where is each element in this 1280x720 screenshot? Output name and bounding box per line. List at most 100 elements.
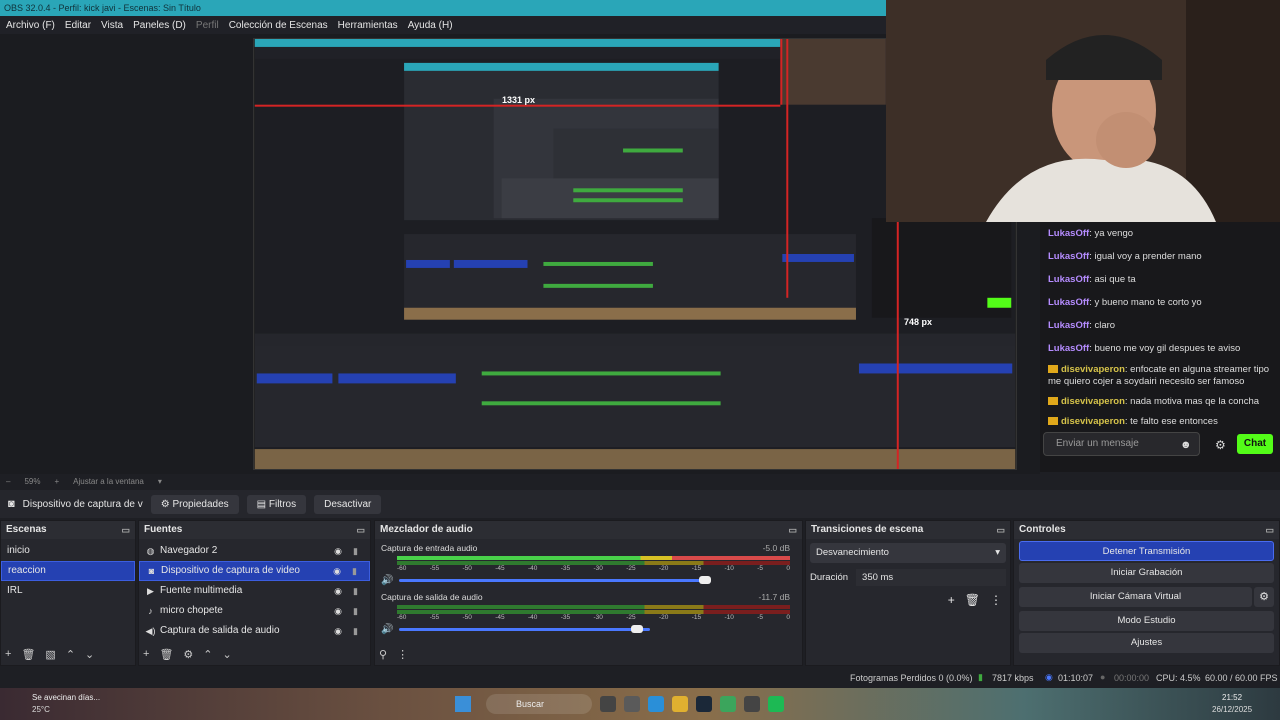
chat-username[interactable]: LukasOff [1048,343,1089,354]
properties-button[interactable]: ⚙ Propiedades [150,494,239,514]
taskbar-search[interactable]: Buscar [486,694,592,714]
trash-icon[interactable]: 🗑 [159,648,173,661]
obs-icon[interactable] [744,696,760,712]
chat-username[interactable]: disevivaperon [1061,396,1125,407]
gear-icon[interactable]: ⚙ [183,648,193,661]
link-icon[interactable]: ⚲ [379,648,387,661]
menu-ayuda[interactable]: Ayuda (H) [408,20,453,31]
source-item[interactable]: ◍ Navegador 2 ◉ ▮ [139,541,370,561]
lock-icon[interactable]: ▮ [353,581,358,601]
eye-icon[interactable]: ◉ [334,601,342,621]
tick: 0 [786,614,790,621]
dock-float-icon[interactable]: ▭ [121,521,130,539]
duration-input[interactable]: 350 ms [856,569,1006,586]
menu-paneles[interactable]: Paneles (D) [133,20,186,31]
spotify-icon[interactable] [768,696,784,712]
chat-text: claro [1094,320,1116,331]
edge-icon[interactable] [648,696,664,712]
source-item[interactable]: ◙ Dispositivo de captura de video ◉ ▮ [139,561,370,581]
steam-icon[interactable] [696,696,712,712]
webcam-person-graphic [886,0,1280,222]
add-icon[interactable]: + [143,648,149,661]
tick: -35 [560,565,571,572]
chat-input[interactable]: Enviar un mensaje [1043,432,1200,456]
source-item[interactable]: ◀) Captura de salida de audio ◉ ▮ [139,621,370,641]
menu-coleccion[interactable]: Colección de Escenas [229,20,328,31]
windows-start-icon[interactable] [455,696,471,712]
menu-editar[interactable]: Editar [65,20,91,31]
menu-archivo[interactable]: Archivo (F) [6,20,55,31]
trash-icon[interactable]: 🗑 [965,593,980,607]
dock-float-icon[interactable]: ▭ [996,521,1005,539]
move-down-icon[interactable]: ⌄ [85,648,94,661]
chat-username[interactable]: LukasOff [1048,228,1089,239]
fit-window-select[interactable]: Ajustar a la ventana [73,477,144,486]
menu-perfil[interactable]: Perfil [196,20,219,31]
slider-knob[interactable] [699,576,712,584]
terminal-icon[interactable] [624,696,640,712]
source-item[interactable]: ♪ micro chopete ◉ ▮ [139,601,370,621]
slider-knob[interactable] [631,625,644,633]
volume-slider[interactable] [399,576,712,584]
eye-icon[interactable]: ◉ [334,581,342,601]
chat-username[interactable]: LukasOff [1048,297,1089,308]
lock-icon[interactable]: ▮ [352,561,357,581]
add-icon[interactable]: + [948,593,955,607]
add-icon[interactable]: + [5,648,11,661]
settings-button[interactable]: Ajustes [1019,633,1274,653]
more-icon[interactable]: ⋮ [397,648,408,661]
stop-stream-button[interactable]: Detener Transmisión [1019,541,1274,561]
chat-username[interactable]: disevivaperon [1061,416,1125,427]
chat-send-button[interactable]: Chat [1237,434,1273,454]
filter-icon[interactable]: ▧ [45,648,55,661]
weather-title[interactable]: Se avecinan días... [32,693,100,702]
dock-float-icon[interactable]: ▭ [356,521,365,539]
lock-icon[interactable]: ▮ [353,621,358,641]
zoom-in-icon[interactable]: + [54,477,59,486]
transition-select[interactable]: Desvanecimiento ▾ [810,543,1006,563]
more-icon[interactable]: ⋮ [990,593,1002,607]
eye-icon[interactable]: ◉ [334,621,342,641]
fps: 60.00 / 60.00 FPS [1205,673,1278,683]
taskview-icon[interactable] [600,696,616,712]
speaker-icon[interactable]: 🔊 [381,624,393,635]
scene-item-reaccion[interactable]: reaccion [1,561,135,581]
chat-username[interactable]: disevivaperon [1061,364,1125,375]
deactivate-button[interactable]: Desactivar [314,494,382,514]
trash-icon[interactable]: 🗑 [21,648,35,661]
folder-icon[interactable] [672,696,688,712]
chevron-down-icon[interactable]: ▾ [158,477,162,486]
gear-icon[interactable]: ⚙ [1254,587,1274,607]
move-up-icon[interactable]: ⌃ [203,648,212,661]
filters-button[interactable]: ▤ Filtros [246,494,307,514]
dock-float-icon[interactable]: ▭ [788,521,797,539]
menu-vista[interactable]: Vista [101,20,123,31]
chat-username[interactable]: LukasOff [1048,251,1089,262]
eye-icon[interactable]: ◉ [334,541,342,561]
chat-username[interactable]: LukasOff [1048,274,1089,285]
clock-time[interactable]: 21:52 [1222,693,1242,702]
source-item[interactable]: ▶ Fuente multimedia ◉ ▮ [139,581,370,601]
chat-username[interactable]: LukasOff [1048,320,1089,331]
clock-date[interactable]: 26/12/2025 [1212,705,1252,714]
source-label: Navegador 2 [160,545,218,556]
eye-icon[interactable]: ◉ [333,561,341,581]
emoji-icon[interactable]: ☻ [1180,439,1192,451]
volume-slider[interactable] [399,625,650,633]
lock-icon[interactable]: ▮ [353,541,358,561]
scene-item-irl[interactable]: IRL [1,581,135,601]
lock-icon[interactable]: ▮ [353,601,358,621]
zoom-out-icon[interactable]: – [6,477,10,486]
start-recording-button[interactable]: Iniciar Grabación [1019,563,1274,583]
gear-icon[interactable]: ⚙ [1215,438,1226,452]
tick: -5 [757,565,764,572]
move-up-icon[interactable]: ⌃ [66,648,75,661]
scene-item-inicio[interactable]: inicio [1,541,135,561]
virtual-camera-button[interactable]: Iniciar Cámara Virtual [1019,587,1252,607]
speaker-icon[interactable]: 🔊 [381,575,393,586]
chrome-icon[interactable] [720,696,736,712]
dock-float-icon[interactable]: ▭ [1265,521,1274,539]
move-down-icon[interactable]: ⌄ [223,648,232,661]
studio-mode-button[interactable]: Modo Estudio [1019,611,1274,631]
menu-herramientas[interactable]: Herramientas [338,20,398,31]
